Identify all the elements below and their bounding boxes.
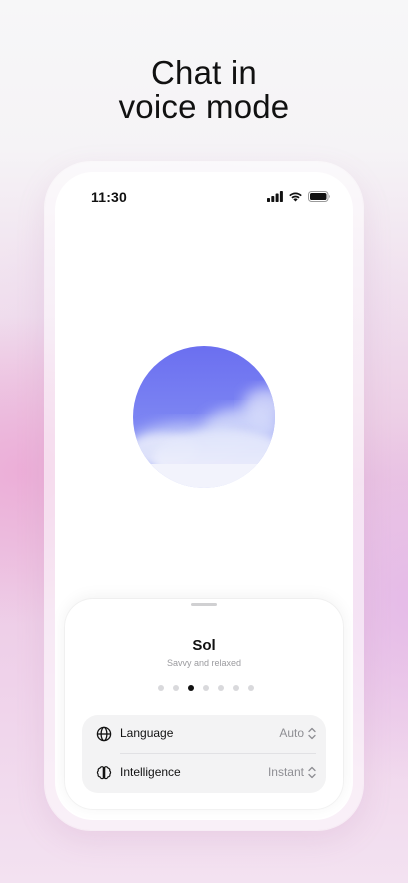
battery-icon <box>308 191 331 202</box>
phone-screen: 11:30 Sol Savvy and relaxed Language Aut… <box>55 172 353 820</box>
settings-card: Language Auto Intelligence Instant <box>82 715 326 793</box>
language-setting-row[interactable]: Language Auto <box>82 715 326 754</box>
intelligence-value: Instant <box>267 765 304 779</box>
brain-icon <box>96 765 112 781</box>
globe-icon <box>96 726 112 742</box>
intelligence-label: Intelligence <box>120 765 181 779</box>
voice-pagination <box>158 685 254 691</box>
status-time: 11:30 <box>91 189 128 205</box>
page-dot[interactable] <box>248 685 254 691</box>
headline: Chat in voice mode <box>0 56 408 124</box>
intelligence-setting-row[interactable]: Intelligence Instant <box>82 754 326 792</box>
headline-line-1: Chat in <box>151 54 257 91</box>
headline-line-2: voice mode <box>118 88 290 125</box>
wifi-icon <box>288 191 303 202</box>
page-dot-active[interactable] <box>188 685 194 691</box>
page-dot[interactable] <box>203 685 209 691</box>
voice-settings-sheet: Sol Savvy and relaxed Language Auto Inte… <box>65 599 343 809</box>
voice-orb[interactable] <box>133 346 275 488</box>
page-dot[interactable] <box>173 685 179 691</box>
page-dot[interactable] <box>158 685 164 691</box>
page-dot[interactable] <box>218 685 224 691</box>
chevron-up-down-icon <box>308 727 316 740</box>
status-icons <box>267 191 331 202</box>
status-bar: 11:30 <box>55 188 353 208</box>
voice-name: Sol <box>192 637 216 654</box>
chevron-up-down-icon <box>308 766 316 779</box>
voice-description: Savvy and relaxed <box>166 658 242 668</box>
language-value: Auto <box>279 726 304 740</box>
cellular-signal-icon <box>267 191 283 202</box>
language-label: Language <box>120 726 174 740</box>
page-dot[interactable] <box>233 685 239 691</box>
sheet-drag-handle[interactable] <box>191 603 217 606</box>
